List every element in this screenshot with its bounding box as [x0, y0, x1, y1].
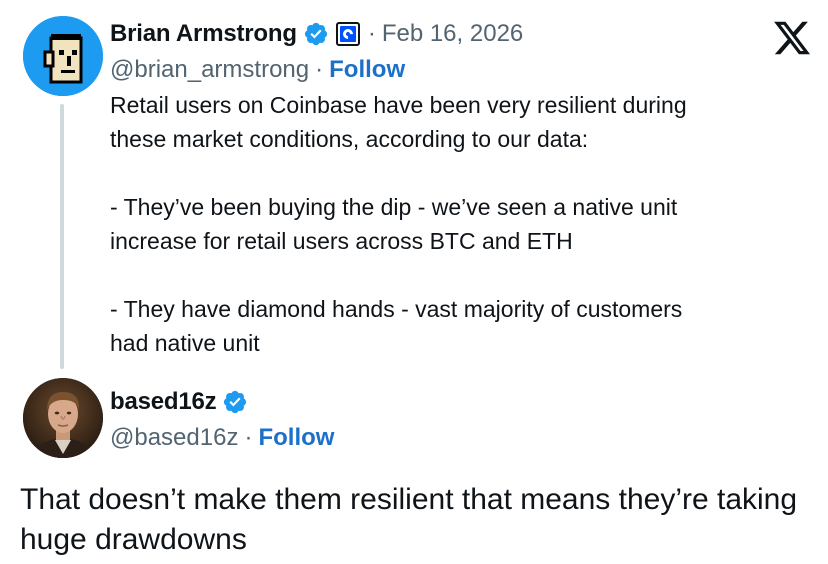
reply-author-name[interactable]: based16z [110, 388, 217, 416]
x-logo-icon[interactable] [770, 18, 814, 58]
coinbase-logo-icon[interactable] [335, 22, 360, 46]
verified-badge-icon [304, 22, 327, 46]
reply-text: That doesn’t make them resilient that me… [20, 483, 798, 556]
handle-separator: · [244, 424, 253, 451]
verified-badge-icon [224, 390, 247, 414]
follow-button[interactable]: Follow [329, 56, 405, 84]
author-avatar[interactable] [23, 16, 103, 96]
handle-separator: · [315, 56, 324, 83]
reply-author-handle[interactable]: @based16z [110, 424, 238, 452]
author-name[interactable]: Brian Armstrong [110, 20, 297, 48]
tweet-header: Brian Armstrong · Feb 16, 2026 [110, 16, 523, 52]
person-photo-avatar-icon [23, 378, 103, 458]
reply-handle-row: @based16z · Follow [110, 422, 334, 454]
reply-author-avatar[interactable] [23, 378, 103, 458]
reply-header: based16z [110, 385, 248, 419]
handle-row: @brian_armstrong · Follow [110, 54, 405, 86]
date-separator: · [367, 20, 376, 47]
author-handle[interactable]: @brian_armstrong [110, 56, 309, 84]
pixel-face-avatar-icon [23, 16, 103, 96]
follow-button[interactable]: Follow [258, 424, 334, 452]
thread-connector-line [60, 104, 64, 369]
tweet-text: Retail users on Coinbase have been very … [110, 92, 687, 356]
tweet-date[interactable]: Feb 16, 2026 [382, 20, 523, 48]
